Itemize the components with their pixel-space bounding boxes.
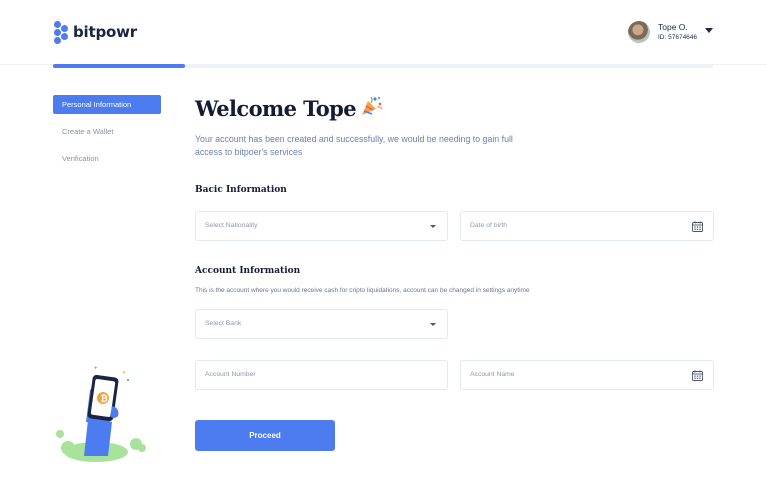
svg-text:+: +: [94, 366, 98, 372]
calendar-icon[interactable]: [692, 370, 703, 381]
page-title: Welcome Tope: [195, 92, 715, 124]
account-name-placeholder: Account Name: [470, 371, 515, 378]
brand-logo[interactable]: bitpowr: [53, 20, 137, 44]
onboarding-progress-bar: [53, 64, 713, 68]
bitcoin-phone-illustration: ₿ + ✦: [50, 360, 150, 470]
account-number-field[interactable]: Account Number: [195, 360, 448, 390]
account-name-field[interactable]: Account Name: [460, 360, 714, 390]
progress-fill: [53, 64, 185, 68]
calendar-icon[interactable]: [692, 221, 703, 232]
user-menu[interactable]: Tope O. ID: 57674646: [628, 20, 714, 44]
step-create-wallet[interactable]: Create a Wallet: [53, 122, 161, 141]
proceed-button[interactable]: Proceed: [195, 420, 335, 451]
onboarding-steps: Personal Information Create a Wallet Ver…: [53, 95, 161, 176]
welcome-heading: Welcome Tope: [195, 95, 357, 121]
nationality-select[interactable]: Select Nationality: [195, 211, 448, 241]
chevron-down-icon: [430, 225, 436, 228]
basic-information-heading: Bacic Information: [195, 185, 287, 195]
date-of-birth-placeholder: Date of birth: [470, 222, 508, 229]
caret-down-icon[interactable]: [705, 27, 714, 33]
welcome-subtitle: Your account has been created and succes…: [195, 134, 513, 157]
account-number-placeholder: Account Number: [205, 371, 256, 378]
step-personal-information[interactable]: Personal Information: [53, 95, 161, 114]
bank-placeholder: Select Bank: [205, 320, 242, 327]
svg-text:✦: ✦: [122, 370, 126, 376]
party-popper-icon: [360, 95, 384, 122]
account-information-description: This is the account where you would rece…: [195, 287, 530, 294]
chevron-down-icon: [430, 323, 436, 326]
user-name: Tope O.: [658, 21, 688, 32]
account-information-heading: Account Information: [195, 266, 301, 276]
main-content: Welcome Tope Your account has been creat…: [195, 92, 715, 451]
avatar: [628, 21, 650, 43]
user-id: ID: 57674646: [658, 34, 698, 41]
top-bar: bitpowr Tope O. ID: 57674646: [0, 0, 767, 65]
svg-text:₿: ₿: [101, 394, 108, 405]
date-of-birth-field[interactable]: Date of birth: [460, 211, 714, 241]
nationality-placeholder: Select Nationality: [205, 222, 258, 229]
bank-select[interactable]: Select Bank: [195, 309, 448, 339]
logo-icon: [53, 20, 69, 44]
brand-name: bitpowr: [73, 23, 137, 41]
step-verification[interactable]: Verification: [53, 149, 161, 168]
